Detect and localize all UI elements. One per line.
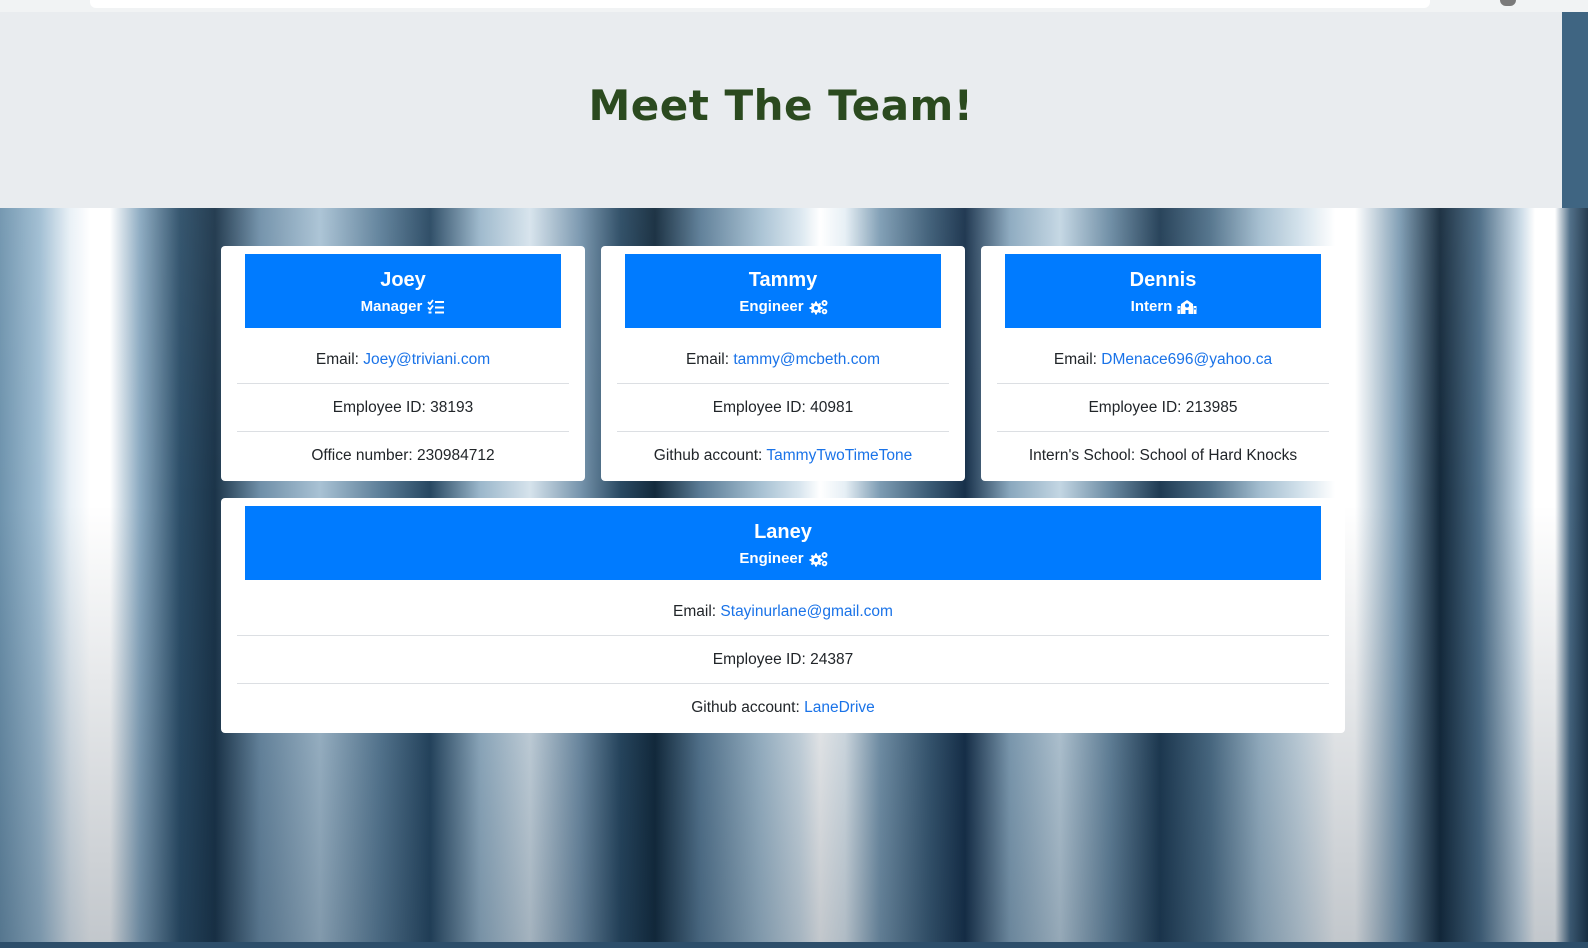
employee-name: Dennis (1129, 269, 1197, 291)
role-label: Engineer (739, 550, 804, 567)
employee-role: Intern (1005, 297, 1321, 317)
github-label: Github account: (653, 447, 763, 464)
employee-id-row: Employee ID: 38193 (332, 399, 474, 416)
role-label: Manager (360, 298, 423, 315)
email-link[interactable]: DMenace696@yahoo.ca (1101, 351, 1272, 368)
email-label: Email: (315, 351, 359, 368)
divider (237, 683, 1329, 684)
card-header: Tammy Engineer (625, 254, 941, 328)
bottom-edge (0, 942, 1588, 948)
browser-toolbar-strip (0, 0, 1588, 12)
github-link[interactable]: LaneDrive (804, 699, 875, 716)
divider (237, 635, 1329, 636)
team-card-joey: Joey Manager Email: Joey@triviani.com Em… (221, 246, 585, 481)
email-label: Email: (673, 603, 717, 620)
employee-id-row: Employee ID: 40981 (712, 399, 854, 416)
email-row: Email: Stayinurlane@gmail.com (221, 602, 1345, 622)
role-label: Engineer (739, 298, 804, 315)
employee-role: Engineer (245, 549, 1321, 569)
card-header: Dennis Intern (1005, 254, 1321, 328)
email-row: Email: Joey@triviani.com (221, 350, 585, 370)
card-header: Joey Manager (245, 254, 561, 328)
address-bar[interactable] (90, 0, 1430, 8)
divider (617, 383, 949, 384)
cogs-icon (809, 299, 828, 315)
profile-avatar-icon[interactable] (1500, 0, 1516, 6)
divider (237, 431, 569, 432)
email-link[interactable]: Joey@triviani.com (363, 351, 490, 368)
divider (237, 383, 569, 384)
cogs-icon (809, 551, 828, 567)
role-label: Intern (1130, 298, 1173, 315)
email-link[interactable]: Stayinurlane@gmail.com (720, 603, 893, 620)
email-link[interactable]: tammy@mcbeth.com (733, 351, 880, 368)
email-row: Email: tammy@mcbeth.com (601, 350, 965, 370)
card-header: Laney Engineer (245, 506, 1321, 580)
team-card-laney: Laney Engineer Email: Stayinurlane@gmail… (221, 498, 1345, 733)
employee-name: Joey (380, 269, 426, 291)
window-edge (1562, 12, 1588, 208)
divider (997, 383, 1329, 384)
school-row: Intern's School: School of Hard Knocks (1028, 447, 1298, 464)
employee-name: Laney (754, 521, 812, 543)
github-row: Github account: LaneDrive (221, 698, 1345, 718)
email-label: Email: (685, 351, 730, 368)
page: Meet The Team! Joey Manager Email: Joey@… (0, 0, 1588, 948)
employee-id-row: Employee ID: 213985 (1088, 399, 1238, 416)
office-number-row: Office number: 230984712 (311, 447, 495, 464)
email-label: Email: (1053, 351, 1097, 368)
employee-role: Manager (245, 297, 561, 317)
page-title: Meet The Team! (588, 80, 974, 130)
divider (617, 431, 949, 432)
employee-id-row: Employee ID: 24387 (712, 651, 854, 668)
github-row: Github account: TammyTwoTimeTone (601, 446, 965, 466)
team-card-tammy: Tammy Engineer Email: tammy@mcbeth.com E… (601, 246, 965, 481)
employee-role: Engineer (625, 297, 941, 317)
email-row: Email: DMenace696@yahoo.ca (981, 350, 1345, 370)
jumbotron-header: Meet The Team! (0, 12, 1562, 208)
divider (997, 431, 1329, 432)
school-icon (1177, 299, 1197, 315)
tasks-icon (427, 299, 445, 315)
team-card-dennis: Dennis Intern Email: DMenace696@yahoo.ca… (981, 246, 1345, 481)
github-link[interactable]: TammyTwoTimeTone (766, 447, 912, 464)
github-label: Github account: (691, 699, 800, 716)
employee-name: Tammy (748, 269, 818, 291)
